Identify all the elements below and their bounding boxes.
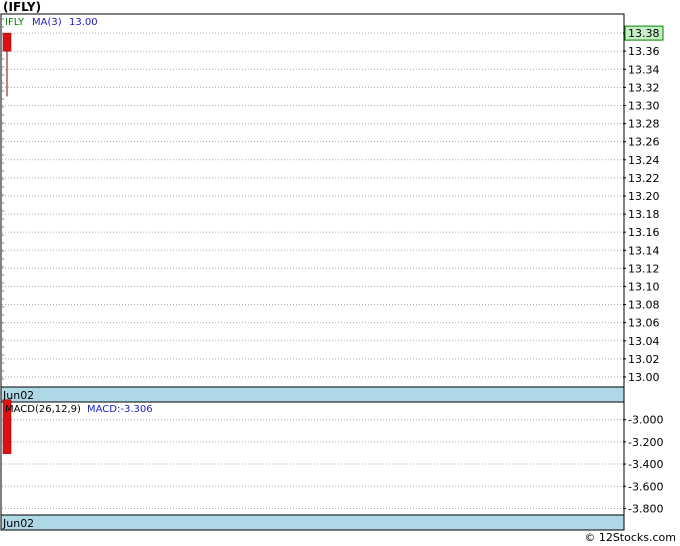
macd-date-bar xyxy=(0,514,625,531)
macd-tick-label: -3.400 xyxy=(628,458,663,471)
macd-label: MACD(26,12,9) xyxy=(5,404,81,415)
price-ma-label: MA(3) xyxy=(32,17,62,28)
macd-tick-label: -3.800 xyxy=(628,502,663,515)
price-tick-label: 13.16 xyxy=(628,226,660,239)
macd-date-label: Jun02 xyxy=(2,517,34,530)
price-tick-label: 13.08 xyxy=(628,299,660,312)
price-tick-label: 13.18 xyxy=(628,208,660,221)
price-panel-frame xyxy=(0,13,625,403)
price-tick-label: 13.34 xyxy=(628,63,660,76)
price-tick-label: 13.10 xyxy=(628,280,660,293)
price-y-axis: 13.38 13.36 13.34 13.32 13.30 13.28 13.26 13.24… xyxy=(623,27,660,384)
price-candle-body xyxy=(2,32,12,52)
price-tick-label: 13.04 xyxy=(628,335,660,348)
price-tick-label: 13.28 xyxy=(628,118,660,131)
last-price-label: 13.38 xyxy=(628,27,660,40)
macd-value-label: MACD:-3.306 xyxy=(87,404,153,415)
price-tick-label: 13.26 xyxy=(628,136,660,149)
price-tick-label: 13.20 xyxy=(628,190,660,203)
price-tick-label: 13.02 xyxy=(628,353,660,366)
macd-tick-label: -3.000 xyxy=(628,414,663,427)
price-tick-label: 13.00 xyxy=(628,371,660,384)
price-tick-label: 13.24 xyxy=(628,154,660,167)
price-tick-label: 13.30 xyxy=(628,99,660,112)
macd-panel-frame xyxy=(0,401,625,531)
price-tick-label: 13.32 xyxy=(628,81,660,94)
last-price-marker: 13.38 xyxy=(624,25,664,41)
price-symbol-label: IFLY xyxy=(5,17,25,28)
macd-tick-label: -3.200 xyxy=(628,436,663,449)
price-date-bar xyxy=(0,386,625,403)
macd-y-axis: -3.000 -3.200 -3.400 -3.600 -3.800 xyxy=(623,414,663,515)
price-tick-label: 13.14 xyxy=(628,244,660,257)
price-tick-label: 13.06 xyxy=(628,317,660,330)
price-ma-value: 13.00 xyxy=(69,17,98,28)
footer-credit: © 12Stocks.com xyxy=(584,531,676,544)
price-tick-label: 13.36 xyxy=(628,45,660,58)
price-tick-label: 13.12 xyxy=(628,262,660,275)
price-tick-label: 13.22 xyxy=(628,172,660,185)
macd-tick-label: -3.600 xyxy=(628,480,663,493)
stock-chart: 13.38 13.36 13.34 13.32 13.30 13.28 13.26 13.24… xyxy=(0,13,664,531)
